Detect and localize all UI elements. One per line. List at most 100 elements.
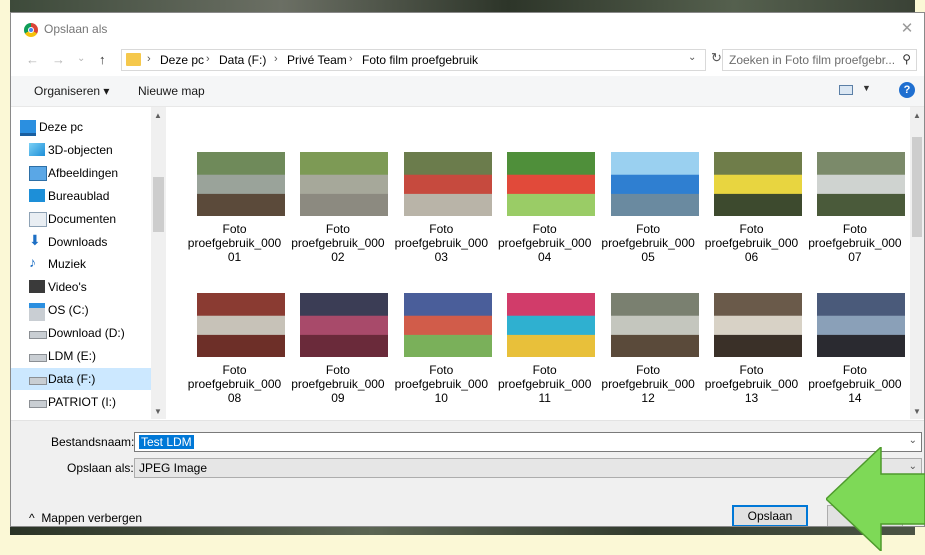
search-icon: ⚲ <box>902 52 911 66</box>
file-tile[interactable]: Foto proefgebruik_000 02 <box>286 152 389 282</box>
folder-icon <box>126 53 141 66</box>
file-name-line: 05 <box>641 250 655 264</box>
chevron-down-icon[interactable]: ⌄ <box>909 435 917 446</box>
sidebar-item[interactable]: LDM (E:) <box>11 345 151 367</box>
scroll-down-icon[interactable]: ▼ <box>154 407 162 416</box>
back-arrow-icon[interactable]: ← <box>26 52 39 67</box>
sidebar-item-label: OS (C:) <box>48 303 89 318</box>
file-name-line: Foto <box>325 363 350 377</box>
sidebar-item[interactable]: Afbeeldingen <box>11 162 151 184</box>
sidebar-item-label: Muziek <box>48 257 87 272</box>
navigation-pane: Deze pc 3D-objecten Afbeeldingen Bureaublad… <box>11 107 166 419</box>
forward-arrow-icon[interactable]: → <box>52 52 65 67</box>
breadcrumb-separator: › <box>147 53 151 65</box>
view-dropdown-icon[interactable]: ▼ <box>862 83 871 93</box>
file-name-line: proefgebruik_000 <box>601 236 695 250</box>
sidebar-item[interactable]: Deze pc <box>11 116 151 138</box>
filetype-value: JPEG Image <box>139 461 208 475</box>
file-name: Foto proefgebruik_000 07 <box>803 222 906 264</box>
file-name-line: 09 <box>331 391 345 405</box>
breadcrumb-deze-pc[interactable]: Deze pc <box>160 53 204 67</box>
scroll-up-icon[interactable]: ▲ <box>154 111 162 120</box>
file-tile[interactable]: Foto proefgebruik_000 10 <box>390 293 493 423</box>
file-name-line: Foto <box>325 222 350 236</box>
address-bar[interactable]: › Deze pc › Data (F:) › Privé Team › Fot… <box>121 49 706 71</box>
sidebar-item-label: Video's <box>48 280 87 295</box>
file-name-line: 02 <box>331 250 345 264</box>
file-name: Foto proefgebruik_000 13 <box>700 363 803 405</box>
file-name-line: proefgebruik_000 <box>394 236 488 250</box>
refresh-icon[interactable]: ↻ <box>711 50 722 66</box>
sidebar-item[interactable]: OS (C:) <box>11 299 151 322</box>
file-tile[interactable]: Foto proefgebruik_000 13 <box>700 293 803 423</box>
sidebar-item[interactable]: ⬇ Downloads <box>11 231 151 253</box>
file-name: Foto proefgebruik_000 02 <box>286 222 389 264</box>
photo-thumbnail <box>197 293 285 357</box>
windows-drive-icon <box>29 303 45 322</box>
file-name-line: proefgebruik_000 <box>291 377 385 391</box>
filetype-select[interactable]: JPEG Image ⌄ <box>134 458 922 478</box>
sidebar-item[interactable]: 3D-objecten <box>11 139 151 161</box>
file-name-line: Foto <box>636 363 661 377</box>
sidebar-item-label: Data (F:) <box>48 371 96 386</box>
up-arrow-icon[interactable]: ↑ <box>99 52 106 67</box>
help-icon[interactable]: ? <box>899 82 915 98</box>
file-tile[interactable]: Foto proefgebruik_000 09 <box>286 293 389 423</box>
photo-thumbnail <box>817 293 906 357</box>
file-list-scroll-thumb[interactable] <box>912 137 922 237</box>
sidebar-item-label: Afbeeldingen <box>48 165 119 180</box>
sidebar-scrollbar[interactable]: ▲ ▼ <box>151 107 166 419</box>
file-tile[interactable]: Foto proefgebruik_000 12 <box>597 293 700 423</box>
breadcrumb-prive-team[interactable]: Privé Team <box>287 53 347 67</box>
sidebar-item[interactable]: ♪ Muziek <box>11 253 151 275</box>
file-name-line: 07 <box>848 250 862 264</box>
file-tile[interactable]: Foto proefgebruik_000 11 <box>493 293 596 423</box>
file-name: Foto proefgebruik_000 08 <box>183 363 286 405</box>
view-options-icon[interactable] <box>839 85 853 95</box>
file-tile[interactable]: Foto proefgebruik_000 07 <box>803 152 906 282</box>
file-tile[interactable]: Foto proefgebruik_000 03 <box>390 152 493 282</box>
save-as-dialog: Opslaan als ✕ ← → ⌄ ↑ › Deze pc › Data (… <box>10 12 925 527</box>
sidebar-item[interactable]: Bureaublad <box>11 185 151 207</box>
file-name-line: proefgebruik_000 <box>497 377 592 391</box>
sidebar-item-label: PATRIOT (I:) <box>48 394 116 409</box>
search-placeholder: Zoeken in Foto film proefgebr... <box>729 53 896 67</box>
sidebar-item[interactable]: Video's <box>11 276 151 298</box>
filename-field[interactable]: Test LDM ⌄ <box>134 432 922 452</box>
sidebar-item[interactable]: Download (D:) <box>11 322 151 344</box>
file-name: Foto proefgebruik_000 05 <box>597 222 700 264</box>
file-list-scrollbar[interactable]: ▲ ▼ <box>910 107 924 419</box>
file-tile[interactable]: Foto proefgebruik_000 14 <box>803 293 906 423</box>
breadcrumb-foto-film[interactable]: Foto film proefgebruik <box>362 53 478 67</box>
breadcrumb-data-f[interactable]: Data (F:) <box>219 53 266 67</box>
chevron-down-icon[interactable]: ⌄ <box>688 52 696 63</box>
close-button[interactable]: ✕ <box>896 18 918 40</box>
hide-folders-toggle[interactable]: ^ Mappen verbergen <box>29 511 142 525</box>
recent-locations-icon[interactable]: ⌄ <box>77 53 85 64</box>
file-tile[interactable]: Foto proefgebruik_000 05 <box>597 152 700 282</box>
breadcrumb-separator: › <box>206 53 210 65</box>
scroll-up-icon[interactable]: ▲ <box>913 111 921 120</box>
organize-menu[interactable]: Organiseren ▾ <box>34 84 109 98</box>
photo-thumbnail <box>403 293 492 357</box>
photo-thumbnail <box>714 152 802 216</box>
scroll-down-icon[interactable]: ▼ <box>913 407 921 416</box>
desktop-icon <box>29 188 45 202</box>
filename-value: Test LDM <box>139 435 194 449</box>
file-tile[interactable]: Foto proefgebruik_000 06 <box>700 152 803 282</box>
sidebar-item-label: LDM (E:) <box>48 349 96 363</box>
new-folder-button[interactable]: Nieuwe map <box>138 84 205 98</box>
documents-icon <box>29 211 47 227</box>
sidebar-item[interactable]: PATRIOT (I:) <box>11 391 151 413</box>
file-tile[interactable]: Foto proefgebruik_000 01 <box>183 152 286 282</box>
save-button[interactable]: Opslaan <box>732 505 808 526</box>
file-name-line: 01 <box>227 250 242 264</box>
file-tile[interactable]: Foto proefgebruik_000 04 <box>493 152 596 282</box>
sidebar-scroll-thumb[interactable] <box>153 177 164 232</box>
sidebar-item[interactable]: Data (F:) <box>11 367 151 390</box>
file-name: Foto proefgebruik_000 06 <box>700 222 803 264</box>
file-tile[interactable]: Foto proefgebruik_000 08 <box>183 293 286 423</box>
search-input[interactable]: Zoeken in Foto film proefgebr... ⚲ <box>722 49 917 71</box>
photo-thumbnail <box>507 293 596 357</box>
sidebar-item[interactable]: Documenten <box>11 208 151 230</box>
